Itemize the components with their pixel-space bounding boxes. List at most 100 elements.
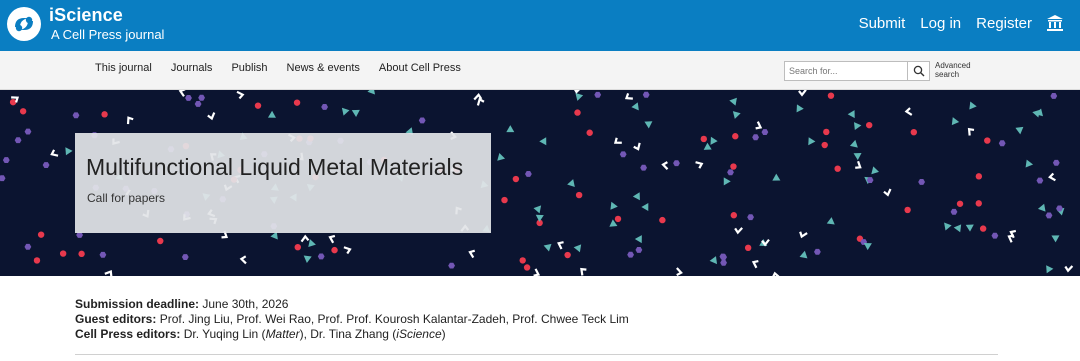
hero-banner: Multifunctional Liquid Metal Materials C… <box>0 90 1080 276</box>
confetti-shape <box>0 175 6 182</box>
nav-item-publish[interactable]: Publish <box>231 62 267 74</box>
confetti-shape <box>574 109 581 116</box>
confetti-shape <box>613 137 622 144</box>
confetti-shape <box>979 225 987 232</box>
confetti-shape <box>101 111 108 118</box>
confetti-shape <box>331 246 338 254</box>
register-link[interactable]: Register <box>976 15 1032 32</box>
confetti-shape <box>1052 159 1060 166</box>
confetti-shape <box>236 90 245 100</box>
confetti-shape <box>506 125 515 133</box>
confetti-shape <box>1007 234 1015 243</box>
nav-menu: This journal Journals Publish News & eve… <box>95 62 480 74</box>
confetti-shape <box>918 179 925 185</box>
brand-name[interactable]: iScience <box>49 5 123 26</box>
confetti-shape <box>1037 203 1046 212</box>
confetti-shape <box>328 234 336 244</box>
confetti-shape <box>627 251 634 258</box>
deadline-label: Submission deadline: <box>75 297 203 311</box>
confetti-shape <box>723 177 731 186</box>
submit-link[interactable]: Submit <box>859 15 906 32</box>
search-box <box>784 61 930 81</box>
cp-editors-journal2: iScience <box>396 327 442 341</box>
confetti-shape <box>853 153 862 161</box>
confetti-shape <box>157 237 164 245</box>
cp-editors-part3: ) <box>441 327 446 341</box>
confetti-shape <box>303 255 312 263</box>
nav-item-this-journal[interactable]: This journal <box>95 62 152 74</box>
login-link[interactable]: Log in <box>920 15 961 32</box>
confetti-shape <box>796 104 804 113</box>
confetti-shape <box>33 257 41 264</box>
confetti-shape <box>1051 235 1060 243</box>
confetti-shape <box>904 107 913 116</box>
confetti-shape <box>883 188 892 197</box>
confetti-shape <box>871 166 880 175</box>
confetti-shape <box>734 227 743 235</box>
advanced-search-line1: Advanced <box>935 61 971 70</box>
confetti-shape <box>543 243 552 252</box>
confetti-shape <box>580 267 587 276</box>
confetti-shape <box>772 173 781 181</box>
confetti-shape <box>50 149 59 157</box>
confetti-shape <box>635 247 643 253</box>
nav-item-journals[interactable]: Journals <box>171 62 213 74</box>
confetti-shape <box>969 101 977 110</box>
nav-item-about-cell-press[interactable]: About Cell Press <box>379 62 461 74</box>
confetti-shape <box>700 135 707 143</box>
confetti-shape <box>751 259 759 269</box>
confetti-shape <box>512 175 520 183</box>
confetti-shape <box>641 202 649 212</box>
confetti-shape <box>1025 159 1034 168</box>
confetti-shape <box>752 134 759 141</box>
confetti-shape <box>448 262 455 269</box>
confetti-shape <box>594 91 602 98</box>
confetti-shape <box>207 112 216 121</box>
confetti-shape <box>586 129 593 136</box>
confetti-shape <box>732 133 739 140</box>
confetti-shape <box>198 94 205 101</box>
confetti-shape <box>727 169 734 176</box>
guest-editors: Guest editors: Prof. Jing Liu, Prof. Wei… <box>75 312 629 327</box>
confetti-shape <box>849 139 858 148</box>
advanced-search-link[interactable]: Advanced search <box>935 61 971 79</box>
confetti-shape <box>1036 177 1044 184</box>
confetti-shape <box>965 224 974 232</box>
confetti-shape <box>254 102 262 109</box>
confetti-shape <box>267 110 276 118</box>
confetti-shape <box>720 259 727 266</box>
deadline-value: June 30th, 2026 <box>202 297 289 311</box>
confetti-shape <box>904 206 911 214</box>
confetti-shape <box>953 224 962 233</box>
cp-editors-journal1: Matter <box>265 327 300 341</box>
divider <box>75 354 998 355</box>
confetti-shape <box>676 267 683 276</box>
cell-press-editors: Cell Press editors: Dr. Yuqing Lin (Matt… <box>75 327 629 342</box>
nav-item-news-events[interactable]: News & events <box>287 62 360 74</box>
iscience-logo-icon[interactable] <box>6 6 42 42</box>
search-icon <box>913 65 924 77</box>
confetti-shape <box>294 243 301 251</box>
confetti-shape <box>293 99 301 106</box>
confetti-shape <box>59 250 67 257</box>
confetti-shape <box>185 95 192 101</box>
confetti-shape <box>799 250 808 259</box>
confetti-shape <box>944 222 952 231</box>
guest-editors-value: Prof. Jing Liu, Prof. Wei Rao, Prof. Pro… <box>159 312 629 326</box>
search-button[interactable] <box>907 62 929 80</box>
confetti-shape <box>99 251 107 258</box>
search-input[interactable] <box>785 62 907 80</box>
confetti-shape <box>533 205 542 214</box>
confetti-shape <box>239 255 247 265</box>
confetti-shape <box>473 93 483 101</box>
confetti-shape <box>317 253 325 260</box>
confetti-shape <box>761 129 769 135</box>
confetti-shape <box>564 251 571 259</box>
confetti-shape <box>644 121 653 129</box>
confetti-shape <box>194 101 202 107</box>
call-details: Submission deadline: June 30th, 2026 Gue… <box>75 297 629 342</box>
institution-icon[interactable] <box>1046 14 1064 32</box>
confetti-shape <box>967 127 975 136</box>
confetti-shape <box>632 192 640 201</box>
confetti-shape <box>1064 265 1074 273</box>
